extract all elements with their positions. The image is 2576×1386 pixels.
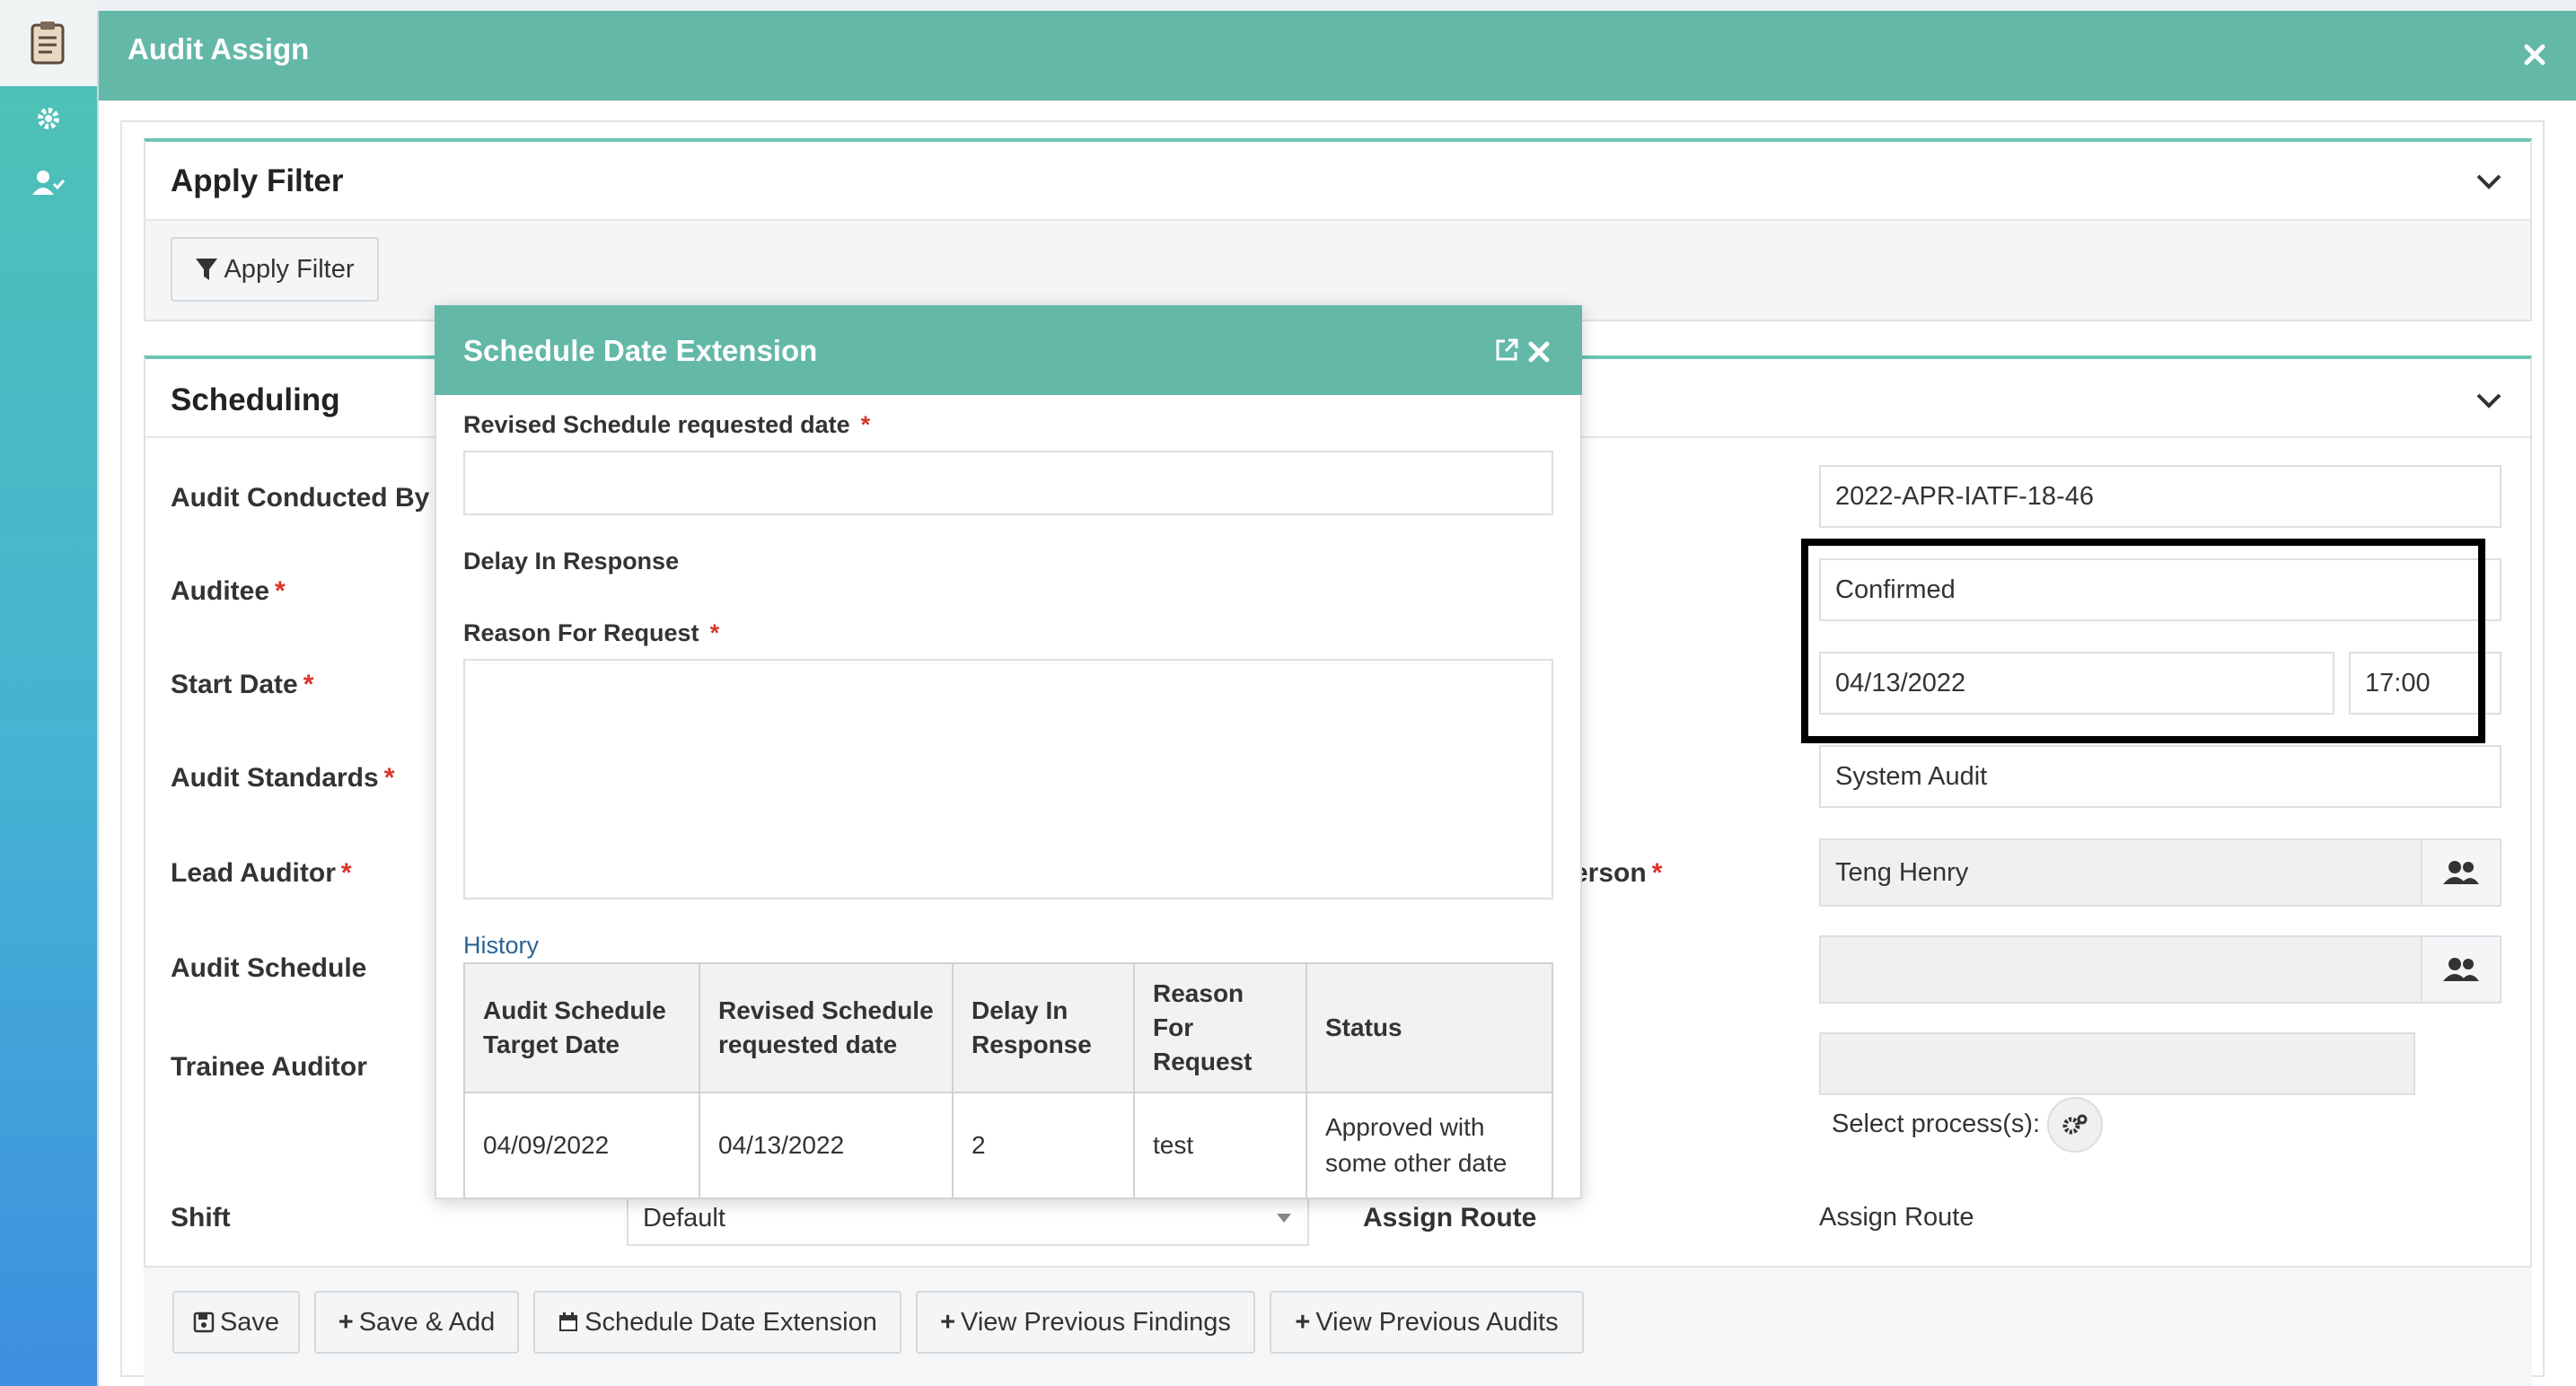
assign-route-label: Assign Route — [1363, 1203, 1537, 1232]
apply-filter-button[interactable]: Apply Filter — [171, 237, 379, 302]
required-marker: * — [709, 619, 720, 646]
audit-standards-value: System Audit — [1835, 761, 1988, 791]
close-icon[interactable] — [2514, 34, 2555, 75]
delay-in-response-label: Delay In Response — [463, 548, 680, 575]
history-cell-reason: test — [1133, 1092, 1307, 1199]
popout-icon[interactable] — [1494, 338, 1521, 364]
app-logo[interactable] — [0, 0, 97, 86]
lead-auditor-label: Lead Auditor * — [171, 858, 352, 888]
save-and-add-button[interactable]: + Save & Add — [314, 1291, 519, 1354]
required-marker: * — [1651, 858, 1663, 888]
view-previous-audits-label: View Previous Audits — [1315, 1307, 1559, 1337]
reason-for-request-textarea[interactable] — [463, 659, 1553, 899]
save-button[interactable]: Save — [172, 1291, 300, 1354]
history-header-reason: Reason For Request — [1133, 962, 1307, 1093]
history-cell-revised-date: 04/13/2022 — [699, 1092, 954, 1199]
plus-icon: + — [1295, 1307, 1311, 1337]
save-button-label: Save — [219, 1307, 280, 1337]
lead-person-field: Teng Henry — [1819, 838, 2422, 907]
history-cell-delay: 2 — [952, 1092, 1135, 1199]
required-marker: * — [275, 576, 286, 606]
schedule-date-extension-button[interactable]: Schedule Date Extension — [533, 1291, 901, 1354]
history-cell-status: Approved with some other date — [1306, 1092, 1553, 1199]
required-marker: * — [303, 670, 314, 699]
scheduling-title: Scheduling — [171, 382, 340, 417]
table-row: 04/09/2022 04/13/2022 2 test Approved wi… — [463, 1092, 1553, 1199]
history-table-wrapper: Audit Schedule Target Date Revised Sched… — [463, 962, 1553, 1199]
lead-person-value: Teng Henry — [1835, 857, 1969, 887]
left-sidebar — [0, 0, 97, 1386]
window-titlebar — [99, 11, 2576, 101]
schedule-date-extension-label: Schedule Date Extension — [585, 1307, 877, 1337]
audit-schedule-label: Audit Schedule — [171, 953, 367, 983]
history-table: Audit Schedule Target Date Revised Sched… — [463, 962, 1553, 1199]
shift-label: Shift — [171, 1203, 231, 1232]
user-picker-button[interactable] — [2421, 935, 2501, 1004]
revised-date-label: Revised Schedule requested date * — [463, 411, 871, 438]
revised-date-input[interactable] — [463, 451, 1553, 515]
settings-gear-icon[interactable] — [27, 97, 70, 140]
history-header-status: Status — [1306, 962, 1553, 1093]
history-header-target-date: Audit Schedule Target Date — [463, 962, 700, 1093]
modal-title: Schedule Date Extension — [463, 334, 818, 367]
start-date-label: Start Date * — [171, 670, 314, 699]
audit-id-field: 2022-APR-IATF-18-46 — [1819, 465, 2501, 528]
required-marker: * — [860, 411, 871, 438]
required-marker: * — [383, 763, 395, 793]
audit-conducted-by-label: Audit Conducted By — [171, 483, 430, 513]
user-picker-button[interactable] — [2421, 838, 2501, 907]
responsible-person-label: erson * — [1573, 858, 1663, 888]
select-process-label: Select process(s): — [1832, 1110, 2041, 1138]
shift-value: Default — [643, 1203, 725, 1232]
history-label: History — [463, 932, 540, 959]
users-icon — [2443, 861, 2479, 884]
clipboard-logo-icon — [31, 22, 65, 65]
view-previous-findings-button[interactable]: + View Previous Findings — [916, 1291, 1255, 1354]
users-icon — [2443, 958, 2479, 981]
view-previous-audits-button[interactable]: + View Previous Audits — [1270, 1291, 1584, 1354]
history-header-delay: Delay In Response — [952, 962, 1135, 1093]
apply-filter-title: Apply Filter — [171, 163, 344, 198]
caret-down-icon — [1277, 1214, 1291, 1223]
trainee-auditor-label: Trainee Auditor — [171, 1052, 367, 1082]
history-header-row: Audit Schedule Target Date Revised Sched… — [463, 962, 1553, 1093]
history-cell-target-date: 04/09/2022 — [463, 1092, 700, 1199]
plus-icon: + — [940, 1307, 956, 1337]
calendar-icon — [559, 1312, 578, 1331]
assign-route-value: Assign Route — [1819, 1203, 1974, 1232]
chevron-down-icon[interactable] — [2471, 163, 2507, 199]
select-process-button[interactable] — [2047, 1097, 2103, 1153]
save-and-add-label: Save & Add — [358, 1307, 496, 1337]
required-marker: * — [340, 858, 352, 888]
cogs-icon — [2062, 1114, 2088, 1135]
history-header-revised-date: Revised Schedule requested date — [699, 962, 954, 1093]
audit-id-value: 2022-APR-IATF-18-46 — [1835, 481, 2094, 511]
trainee-auditor-field — [1819, 1032, 2415, 1095]
filter-icon — [196, 259, 218, 280]
auditee-label: Auditee * — [171, 576, 286, 606]
audit-schedule-field — [1819, 935, 2422, 1004]
modal-close-icon[interactable] — [1525, 338, 1553, 366]
reason-for-request-label: Reason For Request * — [463, 619, 720, 646]
apply-filter-button-label: Apply Filter — [224, 254, 355, 284]
chevron-down-icon[interactable] — [2471, 382, 2507, 418]
user-check-icon[interactable] — [27, 162, 70, 205]
audit-standards-label: Audit Standards * — [171, 763, 395, 793]
plus-icon: + — [338, 1307, 354, 1337]
highlight-box — [1801, 539, 2485, 743]
floppy-disk-icon — [193, 1311, 215, 1333]
window-title: Audit Assign — [127, 32, 310, 66]
audit-standards-select[interactable]: System Audit — [1819, 745, 2501, 808]
view-previous-findings-label: View Previous Findings — [961, 1307, 1231, 1337]
